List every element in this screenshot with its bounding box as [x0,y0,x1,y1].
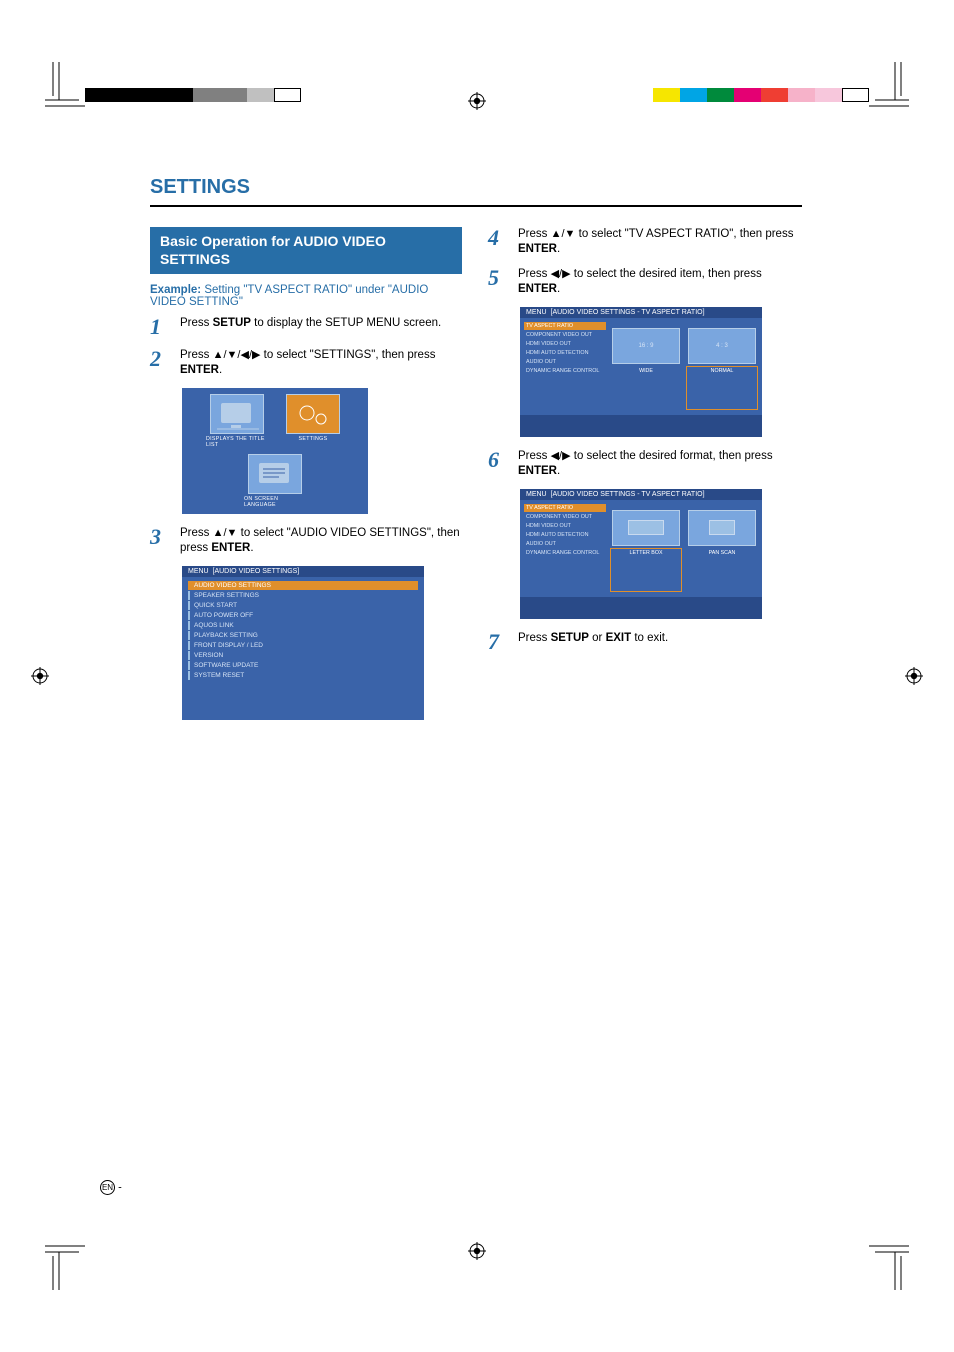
step-body: Press ◀/▶ to select the desired format, … [518,449,800,479]
registration-mark-icon [468,92,486,110]
step-1: 1 Press SETUP to display the SETUP MENU … [150,316,462,338]
step-body: Press ▲/▼ to select "TV ASPECT RATIO", t… [518,227,800,257]
option-label: PAN SCAN [688,550,756,590]
tv-icon [248,454,302,494]
step-body: Press ◀/▶ to select the desired item, th… [518,267,800,297]
arrow-up-down-icon: ▲/▼ [551,228,576,240]
osd-left-item: TV ASPECT RATIO [524,322,606,330]
osd-left-item: HDMI VIDEO OUT [524,522,606,530]
step-number: 3 [150,526,168,556]
example-line: Example: Setting "TV ASPECT RATIO" under… [150,284,462,308]
osd-aspect-ratio-format: MENU [AUDIO VIDEO SETTINGS - TV ASPECT R… [520,489,762,619]
osd-left-item: TV ASPECT RATIO [524,504,606,512]
page-footer: EN - [100,1180,122,1195]
tile-settings: SETTINGS [282,394,344,448]
option-label-selected: NORMAL [688,368,756,408]
option-panscan [688,510,756,546]
step-number: 1 [150,316,168,338]
option-letterbox [612,510,680,546]
subheader: Basic Operation for AUDIO VIDEO SETTINGS [150,227,462,274]
color-swatch-bar-left [85,88,301,102]
step-2: 2 Press ▲/▼/◀/▶ to select "SETTINGS", th… [150,348,462,378]
step-body: Press SETUP to display the SETUP MENU sc… [180,316,441,338]
step-body: Press ▲/▼ to select "AUDIO VIDEO SETTING… [180,526,462,556]
osd-list-item: AQUOS LINK [188,621,418,630]
osd-list-item: PLAYBACK SETTING [188,631,418,640]
option-4-3: 4 : 3 [688,328,756,364]
registration-mark-icon [31,667,49,685]
osd-footer [520,597,762,619]
option-label: WIDE [612,368,680,408]
lang-badge: EN [100,1180,115,1195]
osd-left-item: HDMI AUTO DETECTION [524,349,606,357]
osd-list-item: AUTO POWER OFF [188,611,418,620]
arrow-up-down-left-right-icon: ▲/▼/◀/▶ [213,349,261,361]
option-label-selected: LETTER BOX [612,550,680,590]
arrow-left-right-icon: ◀/▶ [551,268,571,280]
arrow-left-right-icon: ◀/▶ [551,450,571,462]
step-number: 6 [488,449,506,479]
osd-list-item: VERSION [188,651,418,660]
crop-mark [45,1244,91,1290]
option-pane: 16 : 9 4 : 3 WIDE NORMAL [606,318,762,415]
tv-icon [210,394,264,434]
crop-mark [863,1244,909,1290]
tile-on-screen-language: ON SCREEN LANGUAGE [244,454,306,508]
color-swatch-bar-right [653,88,869,102]
osd-left-item: AUDIO OUT [524,540,606,548]
osd-left-item: HDMI AUTO DETECTION [524,531,606,539]
step-6: 6 Press ◀/▶ to select the desired format… [488,449,800,479]
registration-mark-icon [468,1242,486,1260]
osd-left-item: AUDIO OUT [524,358,606,366]
example-label: Example: [150,284,201,296]
registration-mark-icon [905,667,923,685]
gears-icon [286,394,340,434]
step-body: Press ▲/▼/◀/▶ to select "SETTINGS", then… [180,348,462,378]
page-dash: - [118,1181,122,1193]
osd-list-item: AUDIO VIDEO SETTINGS [188,581,418,590]
crop-mark [863,62,909,108]
tile-title-list: DISPLAYS THE TITLE LIST [206,394,268,448]
osd-list-item: FRONT DISPLAY / LED [188,641,418,650]
osd-left-item: COMPONENT VIDEO OUT [524,513,606,521]
page-title: SETTINGS [150,176,802,207]
tile-label: ON SCREEN LANGUAGE [244,496,306,508]
step-5: 5 Press ◀/▶ to select the desired item, … [488,267,800,297]
step-7: 7 Press SETUP or EXIT to exit. [488,631,800,653]
step-4: 4 Press ▲/▼ to select "TV ASPECT RATIO",… [488,227,800,257]
tile-label: DISPLAYS THE TITLE LIST [206,436,268,448]
step-number: 5 [488,267,506,297]
step-number: 2 [150,348,168,378]
osd-footer [520,415,762,437]
osd-left-item: DYNAMIC RANGE CONTROL [524,367,606,375]
osd-list-item: SYSTEM RESET [188,671,418,680]
option-pane: LETTER BOX PAN SCAN [606,500,762,597]
osd-aspect-ratio-item: MENU [AUDIO VIDEO SETTINGS - TV ASPECT R… [520,307,762,437]
step-number: 7 [488,631,506,653]
osd-left-item: DYNAMIC RANGE CONTROL [524,549,606,557]
osd-left-item: COMPONENT VIDEO OUT [524,331,606,339]
osd-setup-menu: DISPLAYS THE TITLE LIST SETTINGS [182,388,368,514]
osd-header: MENU [AUDIO VIDEO SETTINGS - TV ASPECT R… [520,489,762,500]
tile-label: SETTINGS [299,436,328,442]
osd-settings-list: MENU [AUDIO VIDEO SETTINGS] AUDIO VIDEO … [182,566,424,720]
option-16-9: 16 : 9 [612,328,680,364]
arrow-up-down-icon: ▲/▼ [213,527,238,539]
osd-header: MENU [AUDIO VIDEO SETTINGS - TV ASPECT R… [520,307,762,318]
step-body: Press SETUP or EXIT to exit. [518,631,668,653]
osd-list-item: QUICK START [188,601,418,610]
osd-list-item: SPEAKER SETTINGS [188,591,418,600]
osd-list-item: SOFTWARE UPDATE [188,661,418,670]
step-number: 4 [488,227,506,257]
osd-header: MENU [AUDIO VIDEO SETTINGS] [182,566,424,577]
step-3: 3 Press ▲/▼ to select "AUDIO VIDEO SETTI… [150,526,462,556]
osd-left-item: HDMI VIDEO OUT [524,340,606,348]
